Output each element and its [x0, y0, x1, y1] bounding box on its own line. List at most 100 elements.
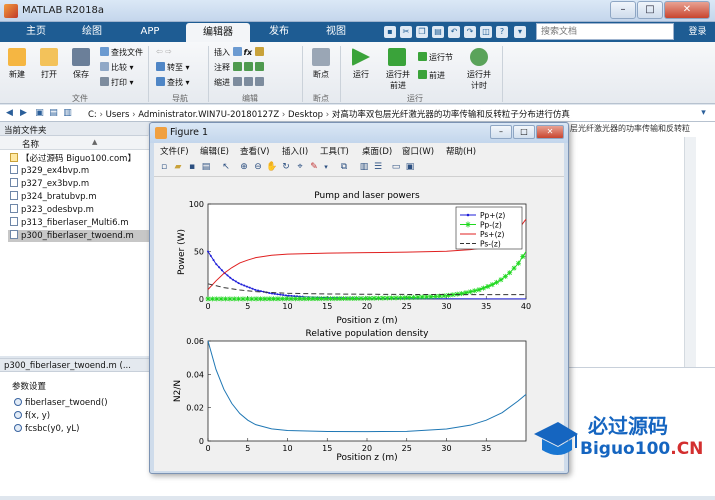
sign-in-link[interactable]: 登录 — [680, 22, 715, 42]
figure-close-button[interactable]: ✕ — [536, 125, 564, 139]
figure-minimize-button[interactable]: – — [490, 125, 512, 139]
function-item[interactable]: fcsbc(y0, yL) — [14, 424, 79, 434]
menu-edit[interactable]: 编辑(E) — [200, 145, 229, 157]
legend-icon[interactable]: ☰ — [372, 161, 384, 173]
list-item[interactable]: p323_odesbvp.m — [10, 204, 94, 216]
print-figure-icon[interactable]: ▤ — [200, 161, 212, 173]
data-cursor-icon[interactable]: ⌖ — [294, 161, 306, 173]
open-folder-icon[interactable] — [40, 48, 58, 66]
brush-dropdown-icon[interactable]: ▾ — [320, 161, 332, 173]
new-button[interactable]: 新建 — [2, 69, 32, 80]
details-header[interactable]: p300_fiberlaser_twoend.m (... — [0, 358, 150, 372]
list-item[interactable]: p313_fiberlaser_Multi6.m — [10, 217, 128, 229]
help-icon[interactable]: ? — [496, 26, 508, 38]
comment-button[interactable]: 注释 — [214, 62, 266, 73]
hide-plot-tools-icon[interactable]: ▭ — [390, 161, 402, 173]
list-item[interactable]: p327_ex3bvp.m — [10, 178, 89, 190]
up-folder-icon[interactable]: ▣ — [34, 108, 45, 119]
search-docs-input[interactable] — [536, 23, 674, 40]
breadcrumb-project-folder[interactable]: 对高功率双包层光纤激光器的功率传输和反转粒子分布进行仿真 — [332, 110, 570, 120]
tab-view[interactable]: 视图 — [312, 22, 360, 42]
rotate-3d-icon[interactable]: ↻ — [280, 161, 292, 173]
run-advance-icon[interactable] — [388, 48, 406, 66]
menu-insert[interactable]: 插入(I) — [282, 145, 308, 157]
tab-plots[interactable]: 绘图 — [70, 22, 114, 42]
menu-view[interactable]: 查看(V) — [240, 145, 269, 157]
zoom-out-icon[interactable]: ⊖ — [252, 161, 264, 173]
switch-windows-icon[interactable]: ◫ — [480, 26, 492, 38]
legend[interactable]: Pp+(z)Pp-(z)Ps+(z)Ps-(z) — [455, 206, 523, 250]
brush-icon[interactable]: ✎ — [308, 161, 320, 173]
column-header-name[interactable]: 名称 ▲ — [0, 136, 150, 150]
tab-publish[interactable]: 发布 — [255, 22, 303, 42]
run-advance-button[interactable]: 运行并 前进 — [380, 69, 416, 91]
breadcrumb-drive[interactable]: C: — [88, 110, 97, 120]
browse-folder-icon[interactable]: ▥ — [62, 108, 73, 119]
save-disk-icon[interactable] — [72, 48, 90, 66]
breadcrumb-user[interactable]: Administrator.WIN7U-20180127Z — [138, 110, 279, 120]
tab-apps[interactable]: APP — [128, 22, 172, 42]
run-section-button[interactable]: 运行节 — [418, 52, 453, 63]
menu-help[interactable]: 帮助(H) — [446, 145, 476, 157]
cut-icon[interactable]: ✂ — [400, 26, 412, 38]
advance-button[interactable]: 前进 — [418, 70, 445, 81]
run-button[interactable]: 运行 — [344, 69, 378, 80]
goto-button[interactable]: 转至 ▾ — [156, 62, 190, 73]
open-file-icon[interactable]: ▰ — [172, 161, 184, 173]
figure-maximize-button[interactable]: □ — [513, 125, 535, 139]
save-figure-icon[interactable]: ▪ — [186, 161, 198, 173]
tab-editor[interactable]: 编辑器 — [186, 23, 250, 42]
up-one-level-icon[interactable]: ▤ — [48, 108, 59, 119]
copy-icon[interactable]: ❐ — [416, 26, 428, 38]
breakpoints-icon[interactable] — [312, 48, 330, 66]
run-time-icon[interactable] — [470, 48, 488, 66]
link-plot-icon[interactable]: ⧉ — [338, 161, 350, 173]
indent-button[interactable]: 缩进 — [214, 77, 266, 88]
breakpoints-button[interactable]: 断点 — [304, 69, 338, 80]
pan-icon[interactable]: ✋ — [266, 161, 278, 173]
zoom-in-icon[interactable]: ⊕ — [238, 161, 250, 173]
fx-icon[interactable]: fx — [244, 48, 253, 57]
close-button[interactable]: ✕ — [664, 1, 710, 19]
back-icon[interactable]: ◀ — [4, 108, 15, 119]
menu-window[interactable]: 窗口(W) — [402, 145, 434, 157]
back-forward-buttons[interactable]: ⇦ ⇨ — [156, 47, 172, 56]
breadcrumb-users[interactable]: Users — [106, 110, 130, 120]
menu-tools[interactable]: 工具(T) — [320, 145, 349, 157]
find-files-button[interactable]: 查找文件 — [100, 47, 143, 58]
new-figure-icon[interactable]: ▫ — [158, 161, 170, 173]
function-item[interactable]: fiberlaser_twoend() — [14, 398, 108, 408]
list-item-selected[interactable]: p300_fiberlaser_twoend.m — [8, 230, 150, 242]
save-button[interactable]: 保存 — [66, 69, 96, 80]
editor-scrollbar[interactable] — [684, 137, 696, 367]
print-button[interactable]: 打印 ▾ — [100, 77, 134, 88]
save-icon[interactable]: ▪ — [384, 26, 396, 38]
run-and-time-button[interactable]: 运行并 计时 — [460, 69, 498, 91]
compare-button[interactable]: 比较 ▾ — [100, 62, 134, 73]
list-item[interactable]: p329_ex4bvp.m — [10, 165, 89, 177]
run-icon[interactable] — [352, 48, 370, 66]
function-item[interactable]: f(x, y) — [14, 411, 50, 421]
maximize-button[interactable]: □ — [637, 1, 663, 19]
menu-file[interactable]: 文件(F) — [160, 145, 189, 157]
colorbar-icon[interactable]: ▥ — [358, 161, 370, 173]
menu-desktop[interactable]: 桌面(D) — [362, 145, 392, 157]
find-button[interactable]: 查找 ▾ — [156, 77, 190, 88]
dropdown-icon[interactable]: ▾ — [514, 26, 526, 38]
show-plot-tools-icon[interactable]: ▣ — [404, 161, 416, 173]
address-dropdown-icon[interactable]: ▾ — [698, 108, 709, 119]
open-button[interactable]: 打开 — [34, 69, 64, 80]
edit-plot-icon[interactable]: ↖ — [220, 161, 232, 173]
list-item[interactable]: 【必过源码 Biguo100.com】 — [10, 152, 136, 164]
insert-button[interactable]: 插入 fx — [214, 47, 266, 58]
forward-icon[interactable]: ▶ — [18, 108, 29, 119]
redo-icon[interactable]: ↷ — [464, 26, 476, 38]
new-icon[interactable] — [8, 48, 26, 66]
editor-tab[interactable]: 层光纤激光器的功率传输和反转粒子分布进 — [570, 123, 690, 137]
breadcrumb-desktop[interactable]: Desktop — [288, 110, 323, 120]
minimize-button[interactable]: – — [610, 1, 636, 19]
paste-icon[interactable]: ▤ — [432, 26, 444, 38]
undo-icon[interactable]: ↶ — [448, 26, 460, 38]
list-item[interactable]: p324_bratubvp.m — [10, 191, 97, 203]
tab-home[interactable]: 主页 — [14, 22, 58, 42]
